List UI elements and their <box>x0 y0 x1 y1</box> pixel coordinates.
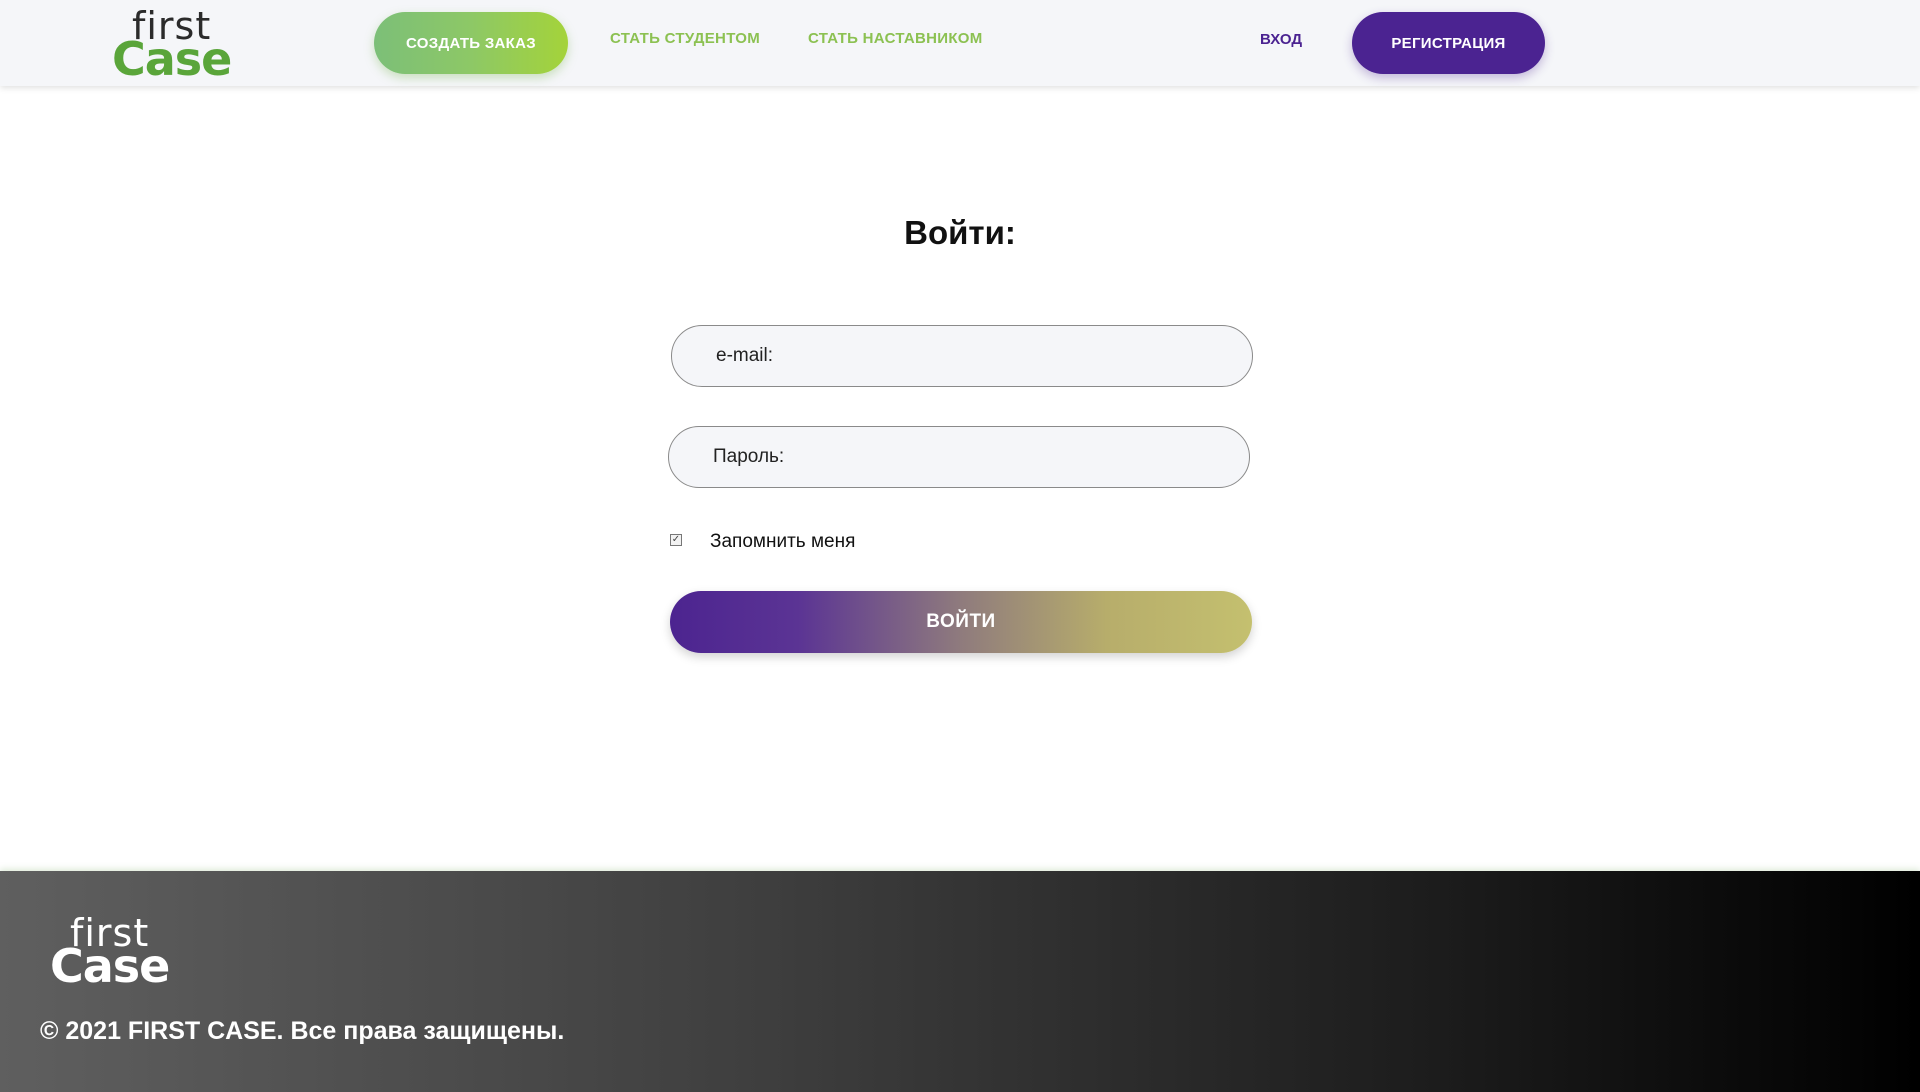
nav-login-link[interactable]: ВХОД <box>1260 31 1302 48</box>
site-footer: first Case © 2021 FIRST CASE. Все права … <box>0 871 1920 1092</box>
page-title: Войти: <box>904 214 1016 251</box>
password-field-wrapper <box>668 426 1250 488</box>
remember-me-row: ✓ Запомнить меня <box>670 531 855 552</box>
create-order-button[interactable]: СОЗДАТЬ ЗАКАЗ <box>374 12 568 74</box>
login-submit-button[interactable]: ВОЙТИ <box>670 591 1252 653</box>
remember-me-checkbox[interactable]: ✓ <box>670 534 682 546</box>
password-input[interactable] <box>669 427 1249 487</box>
register-button[interactable]: РЕГИСТРАЦИЯ <box>1352 12 1545 74</box>
footer-logo-case-text: Case <box>50 939 170 993</box>
site-logo[interactable]: first Case <box>112 6 232 86</box>
nav-become-mentor[interactable]: СТАТЬ НАСТАВНИКОМ <box>808 30 983 47</box>
site-header: first Case СОЗДАТЬ ЗАКАЗ СТАТЬ СТУДЕНТОМ… <box>0 0 1920 86</box>
footer-logo[interactable]: first Case <box>50 913 170 993</box>
nav-become-student[interactable]: СТАТЬ СТУДЕНТОМ <box>610 30 760 47</box>
copyright-text: © 2021 FIRST CASE. Все права защищены. <box>40 1017 565 1045</box>
email-input[interactable] <box>672 326 1252 386</box>
remember-me-label[interactable]: Запомнить меня <box>710 531 855 553</box>
email-field-wrapper <box>671 325 1253 387</box>
logo-case-text: Case <box>112 32 232 86</box>
